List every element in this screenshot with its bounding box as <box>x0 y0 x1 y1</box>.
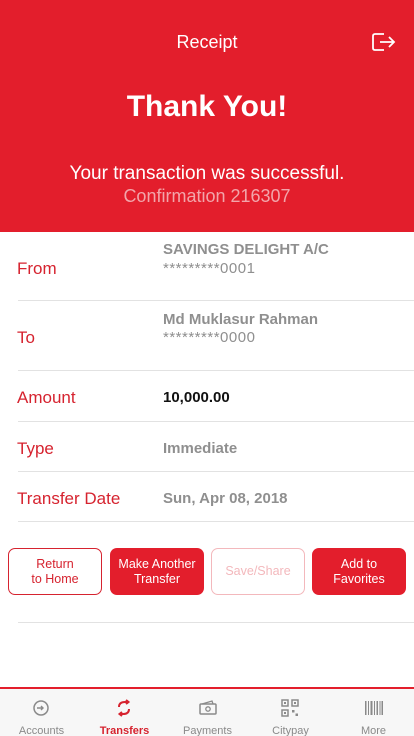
add-favorites-label-line1: Add to <box>340 556 378 571</box>
tab-transfers[interactable]: Transfers <box>83 689 166 736</box>
to-row: To Md Muklasur Rahman *********0000 <box>0 301 414 371</box>
return-home-button[interactable]: Return to Home <box>8 548 102 595</box>
type-row: Type Immediate <box>0 422 414 472</box>
receipt-header: Receipt Thank You! Your transaction was … <box>0 0 414 232</box>
tab-accounts-label: Accounts <box>18 725 65 736</box>
divider <box>18 622 414 623</box>
tab-citypay[interactable]: Citypay <box>249 689 332 736</box>
from-account-name: SAVINGS DELIGHT A/C <box>163 241 329 258</box>
add-favorites-label-line2: Favorites <box>333 571 385 586</box>
return-home-label-line1: Return <box>36 556 74 571</box>
type-label: Type <box>17 439 54 458</box>
amount-row: Amount 10,000.00 <box>0 371 414 422</box>
accounts-icon <box>33 700 49 716</box>
to-recipient-name: Md Muklasur Rahman <box>163 311 319 328</box>
transfer-date-label: Transfer Date <box>17 489 121 508</box>
from-label: From <box>17 259 57 278</box>
tab-transfers-label: Transfers <box>99 725 150 736</box>
make-another-label-line2: Transfer <box>133 571 181 586</box>
logout-icon <box>372 33 396 51</box>
tab-more-label: More <box>360 725 387 736</box>
make-another-transfer-button[interactable]: Make Another Transfer <box>110 548 204 595</box>
success-message: Your transaction was successful. <box>69 163 345 184</box>
type-value: Immediate <box>163 440 238 457</box>
save-share-label: Save/Share <box>225 564 291 578</box>
to-account-number: *********0000 <box>163 329 256 346</box>
save-share-button[interactable]: Save/Share <box>211 548 305 595</box>
page-title: Receipt <box>176 32 238 52</box>
confirmation-number: Confirmation 216307 <box>123 186 291 206</box>
add-to-favorites-button[interactable]: Add to Favorites <box>312 548 406 595</box>
transfer-date-row: Transfer Date Sun, Apr 08, 2018 <box>0 472 414 522</box>
tab-more[interactable]: More <box>332 689 414 736</box>
qr-code-icon <box>281 699 299 717</box>
payments-icon <box>199 700 217 715</box>
amount-label: Amount <box>17 388 76 407</box>
tab-citypay-label: Citypay <box>272 725 309 736</box>
logout-button[interactable] <box>371 30 397 54</box>
divider <box>18 521 414 522</box>
transfers-icon <box>117 699 131 717</box>
thank-you-heading: Thank You! <box>126 90 288 123</box>
to-label: To <box>17 328 35 347</box>
tab-payments[interactable]: Payments <box>166 689 249 736</box>
from-account-number: *********0001 <box>163 260 256 277</box>
barcode-icon <box>365 701 383 715</box>
amount-value: 10,000.00 <box>163 389 230 406</box>
return-home-label-line2: to Home <box>31 571 79 586</box>
tab-payments-label: Payments <box>183 725 232 736</box>
bottom-tab-bar: Accounts Transfers Payments Citypay More <box>0 687 414 736</box>
from-row: From SAVINGS DELIGHT A/C *********0001 <box>0 232 414 301</box>
transfer-date-value: Sun, Apr 08, 2018 <box>163 490 288 507</box>
make-another-label-line1: Make Another <box>118 556 196 571</box>
tab-accounts[interactable]: Accounts <box>0 689 83 736</box>
